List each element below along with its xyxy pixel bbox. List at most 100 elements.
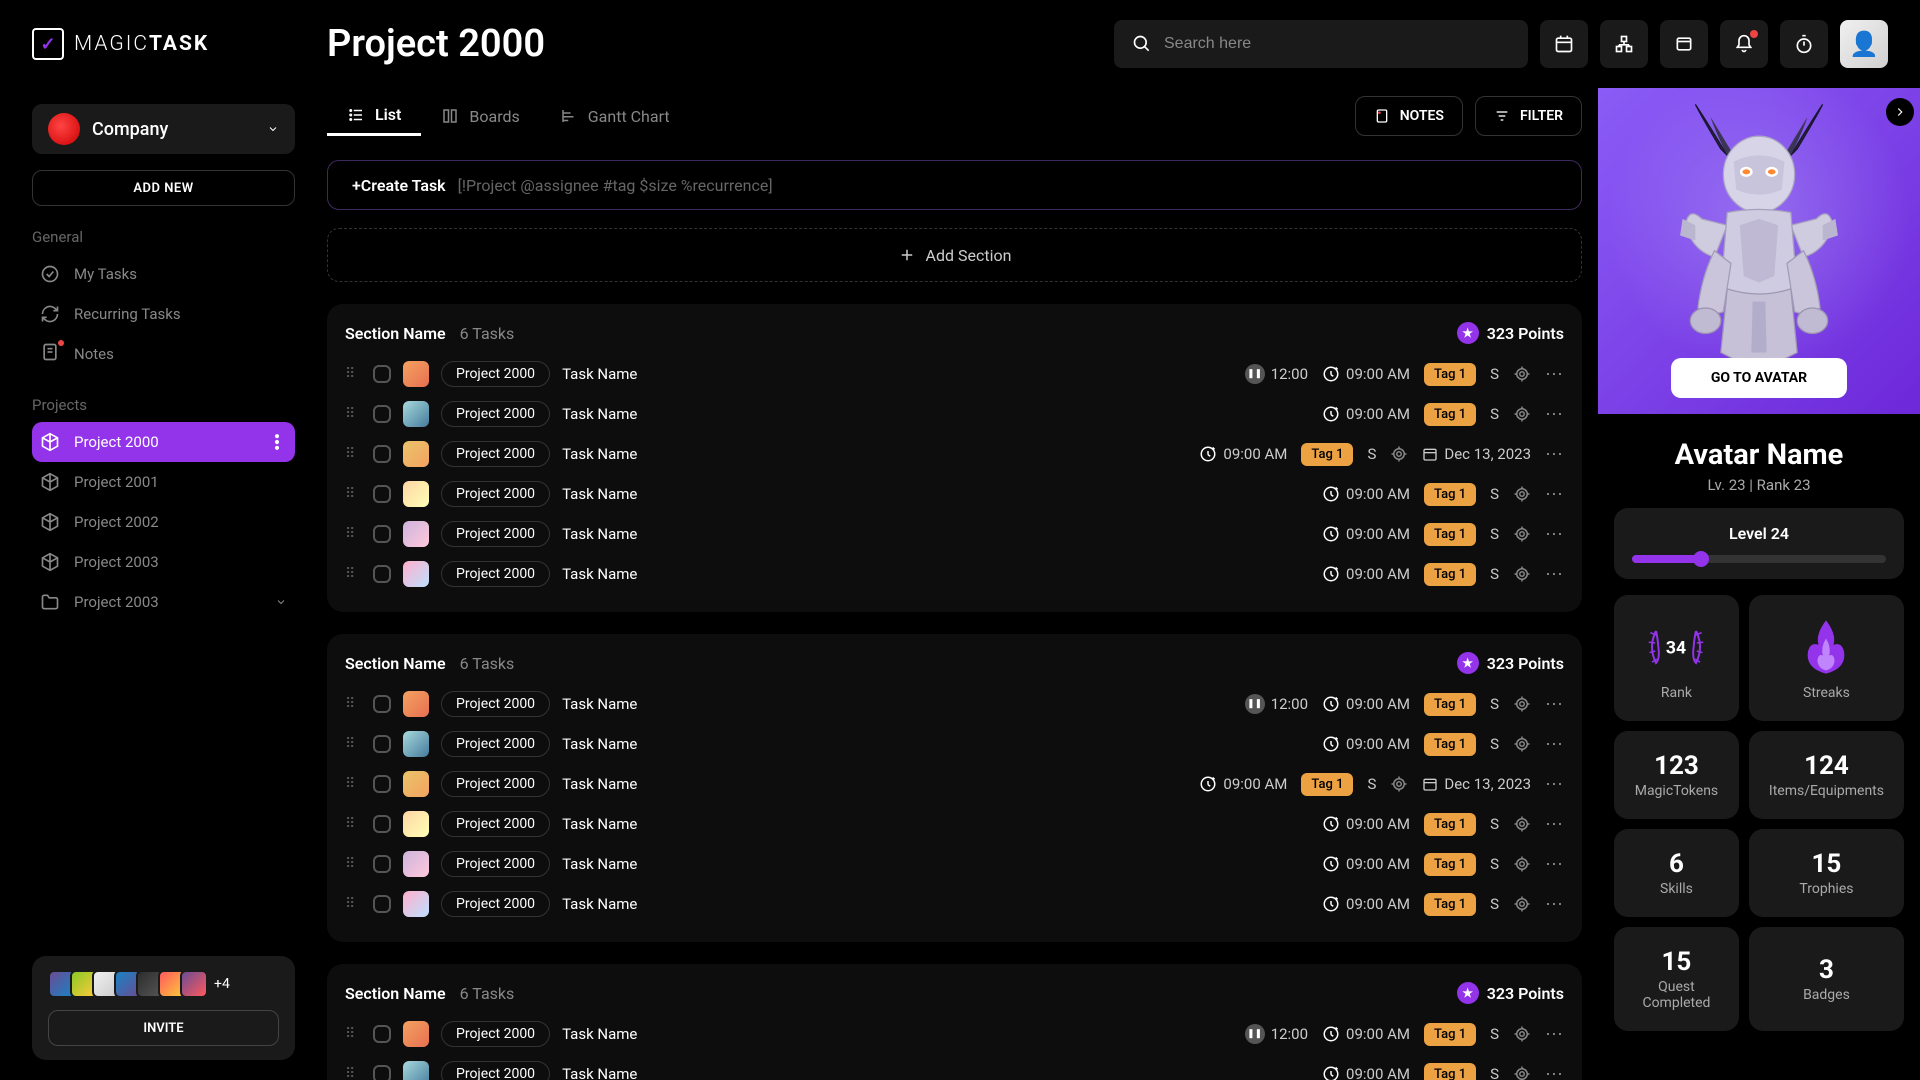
task-checkbox[interactable] <box>373 365 391 383</box>
task-more[interactable]: ⋯ <box>1545 774 1564 795</box>
stat-card-quest-completed[interactable]: 15Quest Completed <box>1614 927 1739 1031</box>
hierarchy-button[interactable] <box>1600 20 1648 68</box>
drag-handle[interactable]: ⠿ <box>345 696 361 712</box>
task-checkbox[interactable] <box>373 695 391 713</box>
assignee-avatar[interactable] <box>403 481 429 507</box>
task-tag[interactable]: Tag 1 <box>1424 733 1476 756</box>
go-to-avatar-button[interactable]: GO TO AVATAR <box>1671 358 1847 398</box>
assignee-avatar[interactable] <box>403 771 429 797</box>
project-chip[interactable]: Project 2000 <box>441 891 550 917</box>
user-avatar[interactable] <box>1840 20 1888 68</box>
task-name[interactable]: Task Name <box>562 365 637 383</box>
task-more[interactable]: ⋯ <box>1545 694 1564 715</box>
add-new-button[interactable]: ADD NEW <box>32 170 295 206</box>
stat-card-items-equipments[interactable]: 124Items/Equipments <box>1749 731 1904 819</box>
task-tag[interactable]: Tag 1 <box>1424 563 1476 586</box>
assignee-avatar[interactable] <box>403 401 429 427</box>
task-checkbox[interactable] <box>373 815 391 833</box>
ai-icon[interactable] <box>1513 815 1531 833</box>
section-title[interactable]: Section Name <box>345 654 446 673</box>
task-name[interactable]: Task Name <box>562 525 637 543</box>
more-icon[interactable] <box>267 432 287 452</box>
ai-icon[interactable] <box>1513 405 1531 423</box>
task-more[interactable]: ⋯ <box>1545 894 1564 915</box>
drag-handle[interactable]: ⠿ <box>345 856 361 872</box>
drag-handle[interactable]: ⠿ <box>345 816 361 832</box>
drag-handle[interactable]: ⠿ <box>345 736 361 752</box>
ai-icon[interactable] <box>1513 695 1531 713</box>
notifications-button[interactable] <box>1720 20 1768 68</box>
ai-icon[interactable] <box>1513 365 1531 383</box>
task-checkbox[interactable] <box>373 775 391 793</box>
task-date[interactable]: Dec 13, 2023 <box>1422 445 1531 463</box>
task-checkbox[interactable] <box>373 1025 391 1043</box>
invite-button[interactable]: INVITE <box>48 1010 279 1046</box>
ai-icon[interactable] <box>1513 525 1531 543</box>
sidebar-project-2000[interactable]: Project 2000 <box>32 422 295 462</box>
project-chip[interactable]: Project 2000 <box>441 811 550 837</box>
create-task-input[interactable]: +Create Task [!Project @assignee #tag $s… <box>327 160 1582 210</box>
section-title[interactable]: Section Name <box>345 984 446 1003</box>
drag-handle[interactable]: ⠿ <box>345 486 361 502</box>
project-chip[interactable]: Project 2000 <box>441 521 550 547</box>
assignee-avatar[interactable] <box>403 441 429 467</box>
ai-icon[interactable] <box>1513 565 1531 583</box>
member-more[interactable]: +4 <box>214 970 230 998</box>
task-tag[interactable]: Tag 1 <box>1424 523 1476 546</box>
assignee-avatar[interactable] <box>403 731 429 757</box>
assignee-avatar[interactable] <box>403 1061 429 1080</box>
task-checkbox[interactable] <box>373 855 391 873</box>
drag-handle[interactable]: ⠿ <box>345 776 361 792</box>
project-chip[interactable]: Project 2000 <box>441 481 550 507</box>
task-date[interactable]: Dec 13, 2023 <box>1422 775 1531 793</box>
assignee-avatar[interactable] <box>403 561 429 587</box>
project-chip[interactable]: Project 2000 <box>441 771 550 797</box>
company-selector[interactable]: Company <box>32 104 295 154</box>
ai-icon[interactable] <box>1390 445 1408 463</box>
task-more[interactable]: ⋯ <box>1545 444 1564 465</box>
project-chip[interactable]: Project 2000 <box>441 731 550 757</box>
project-chip[interactable]: Project 2000 <box>441 691 550 717</box>
task-tag[interactable]: Tag 1 <box>1424 853 1476 876</box>
task-more[interactable]: ⋯ <box>1545 564 1564 585</box>
task-name[interactable]: Task Name <box>562 485 637 503</box>
sidebar-item-notes[interactable]: Notes <box>32 334 295 374</box>
drag-handle[interactable]: ⠿ <box>345 1066 361 1080</box>
drag-handle[interactable]: ⠿ <box>345 1026 361 1042</box>
search-input[interactable] <box>1164 35 1510 53</box>
assignee-avatar[interactable] <box>403 811 429 837</box>
task-tag[interactable]: Tag 1 <box>1424 483 1476 506</box>
task-checkbox[interactable] <box>373 485 391 503</box>
task-more[interactable]: ⋯ <box>1545 1064 1564 1080</box>
project-chip[interactable]: Project 2000 <box>441 561 550 587</box>
task-checkbox[interactable] <box>373 735 391 753</box>
drag-handle[interactable]: ⠿ <box>345 896 361 912</box>
task-checkbox[interactable] <box>373 1065 391 1080</box>
drag-handle[interactable]: ⠿ <box>345 526 361 542</box>
assignee-avatar[interactable] <box>403 691 429 717</box>
task-more[interactable]: ⋯ <box>1545 404 1564 425</box>
task-name[interactable]: Task Name <box>562 1025 637 1043</box>
logo[interactable]: MAGICTASK <box>32 28 327 60</box>
task-more[interactable]: ⋯ <box>1545 364 1564 385</box>
task-more[interactable]: ⋯ <box>1545 1024 1564 1045</box>
sidebar-project-2001[interactable]: Project 2001 <box>32 462 295 502</box>
task-name[interactable]: Task Name <box>562 405 637 423</box>
stat-card-skills[interactable]: 6Skills <box>1614 829 1739 917</box>
task-more[interactable]: ⋯ <box>1545 854 1564 875</box>
task-tag[interactable]: Tag 1 <box>1424 363 1476 386</box>
sidebar-project-2002[interactable]: Project 2002 <box>32 502 295 542</box>
task-name[interactable]: Task Name <box>562 895 637 913</box>
ai-icon[interactable] <box>1513 855 1531 873</box>
task-tag[interactable]: Tag 1 <box>1424 403 1476 426</box>
ai-icon[interactable] <box>1513 1065 1531 1080</box>
add-section-button[interactable]: Add Section <box>327 228 1582 282</box>
project-chip[interactable]: Project 2000 <box>441 361 550 387</box>
drag-handle[interactable]: ⠿ <box>345 566 361 582</box>
task-tag[interactable]: Tag 1 <box>1424 693 1476 716</box>
sidebar-item-recurring[interactable]: Recurring Tasks <box>32 294 295 334</box>
task-name[interactable]: Task Name <box>562 1065 637 1080</box>
task-checkbox[interactable] <box>373 525 391 543</box>
sidebar-project-2003[interactable]: Project 2003 <box>32 542 295 582</box>
task-name[interactable]: Task Name <box>562 445 637 463</box>
